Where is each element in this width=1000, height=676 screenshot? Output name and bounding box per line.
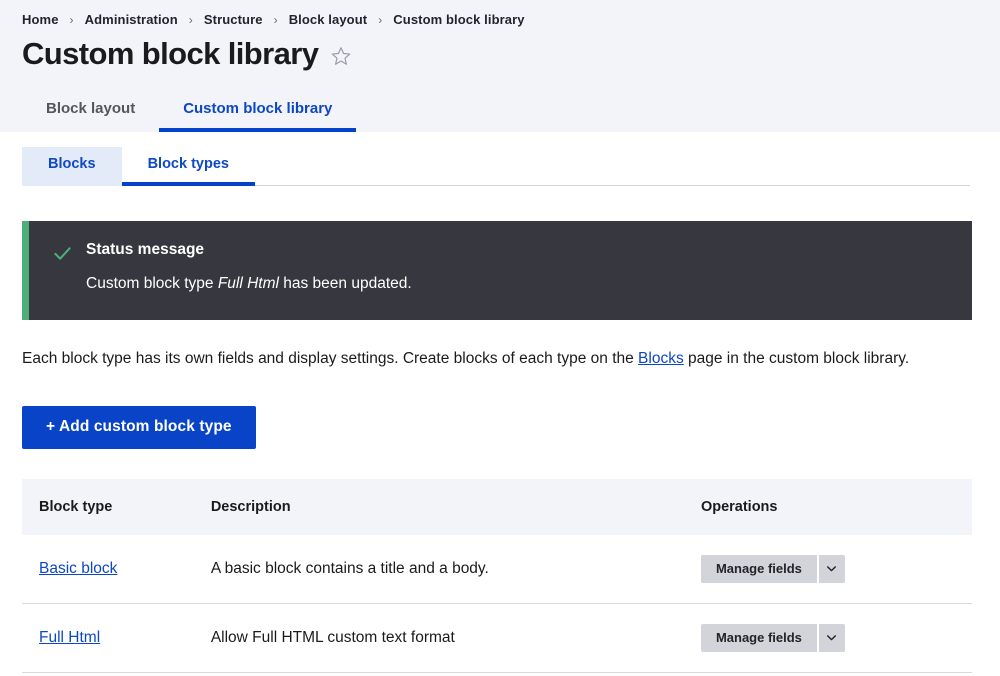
primary-tabs: Block layout Custom block library <box>0 88 1000 132</box>
star-outline-icon[interactable] <box>330 45 352 67</box>
page-header: Home › Administration › Structure › Bloc… <box>0 0 1000 132</box>
cell-block-type: Basic block <box>22 534 211 604</box>
status-text-after: has been updated. <box>278 275 412 293</box>
breadcrumb-item-structure[interactable]: Structure <box>204 12 263 27</box>
column-header-description: Description <box>210 478 701 535</box>
tab-block-layout[interactable]: Block layout <box>22 88 159 132</box>
breadcrumb-separator-icon: › <box>188 12 193 27</box>
block-type-link-basic-block[interactable]: Basic block <box>39 560 117 577</box>
page-title: Custom block library <box>22 36 319 71</box>
tab-blocks[interactable]: Blocks <box>22 146 122 186</box>
secondary-tabs-wrap: Blocks Block types <box>0 131 1000 186</box>
breadcrumb-item-home[interactable]: Home <box>22 12 59 27</box>
cell-operations: Manage fields <box>700 534 972 604</box>
manage-fields-button[interactable]: Manage fields <box>701 624 817 652</box>
breadcrumb-item-administration[interactable]: Administration <box>85 12 178 27</box>
breadcrumb-separator-icon: › <box>69 12 74 27</box>
add-custom-block-type-button[interactable]: + Add custom block type <box>22 405 256 449</box>
chevron-down-icon[interactable] <box>816 623 845 652</box>
tab-block-types[interactable]: Block types <box>121 147 255 186</box>
cell-description: Allow Full HTML custom text format <box>210 603 701 673</box>
breadcrumb-separator-icon: › <box>273 12 278 27</box>
table-header-row: Block type Description Operations <box>22 478 972 535</box>
cell-operations: Manage fields <box>700 603 972 673</box>
breadcrumb: Home › Administration › Structure › Bloc… <box>0 0 1000 27</box>
page-description: Each block type has its own fields and d… <box>22 349 978 370</box>
breadcrumb-separator-icon: › <box>378 12 383 27</box>
main-content: Status message Custom block type Full Ht… <box>0 220 1000 673</box>
status-text-emphasis: Full Html <box>217 275 279 293</box>
operations-dropbutton: Manage fields <box>700 554 845 583</box>
status-message-title: Status message <box>86 240 205 258</box>
tab-custom-block-library[interactable]: Custom block library <box>159 88 357 132</box>
chevron-down-icon[interactable] <box>816 554 845 583</box>
table-body: Basic block A basic block contains a tit… <box>22 534 972 673</box>
operations-dropbutton: Manage fields <box>700 623 845 652</box>
status-message-text: Custom block type Full Html has been upd… <box>86 274 412 294</box>
cell-block-type: Full Html <box>22 603 211 673</box>
check-icon <box>53 244 75 268</box>
description-text-before: Each block type has its own fields and d… <box>22 350 639 368</box>
manage-fields-button[interactable]: Manage fields <box>701 555 817 583</box>
breadcrumb-item-custom-block-library[interactable]: Custom block library <box>393 12 524 27</box>
column-header-operations: Operations <box>700 478 972 535</box>
blocks-page-link[interactable]: Blocks <box>638 350 684 367</box>
table-row: Full Html Allow Full HTML custom text fo… <box>22 603 972 673</box>
title-row: Custom block library <box>0 27 1000 72</box>
table-row: Basic block A basic block contains a tit… <box>22 534 972 604</box>
block-type-link-full-html[interactable]: Full Html <box>39 629 100 646</box>
table-head: Block type Description Operations <box>22 478 972 535</box>
status-message-body: Status message Custom block type Full Ht… <box>75 241 412 295</box>
status-text-before: Custom block type <box>86 275 218 293</box>
block-types-table: Block type Description Operations Basic … <box>22 478 972 673</box>
description-text-after: page in the custom block library. <box>683 350 910 368</box>
column-header-block-type: Block type <box>22 478 211 535</box>
breadcrumb-item-block-layout[interactable]: Block layout <box>289 12 368 27</box>
status-message: Status message Custom block type Full Ht… <box>22 220 972 321</box>
secondary-tabs: Blocks Block types <box>22 146 970 186</box>
cell-description: A basic block contains a title and a bod… <box>210 534 701 604</box>
